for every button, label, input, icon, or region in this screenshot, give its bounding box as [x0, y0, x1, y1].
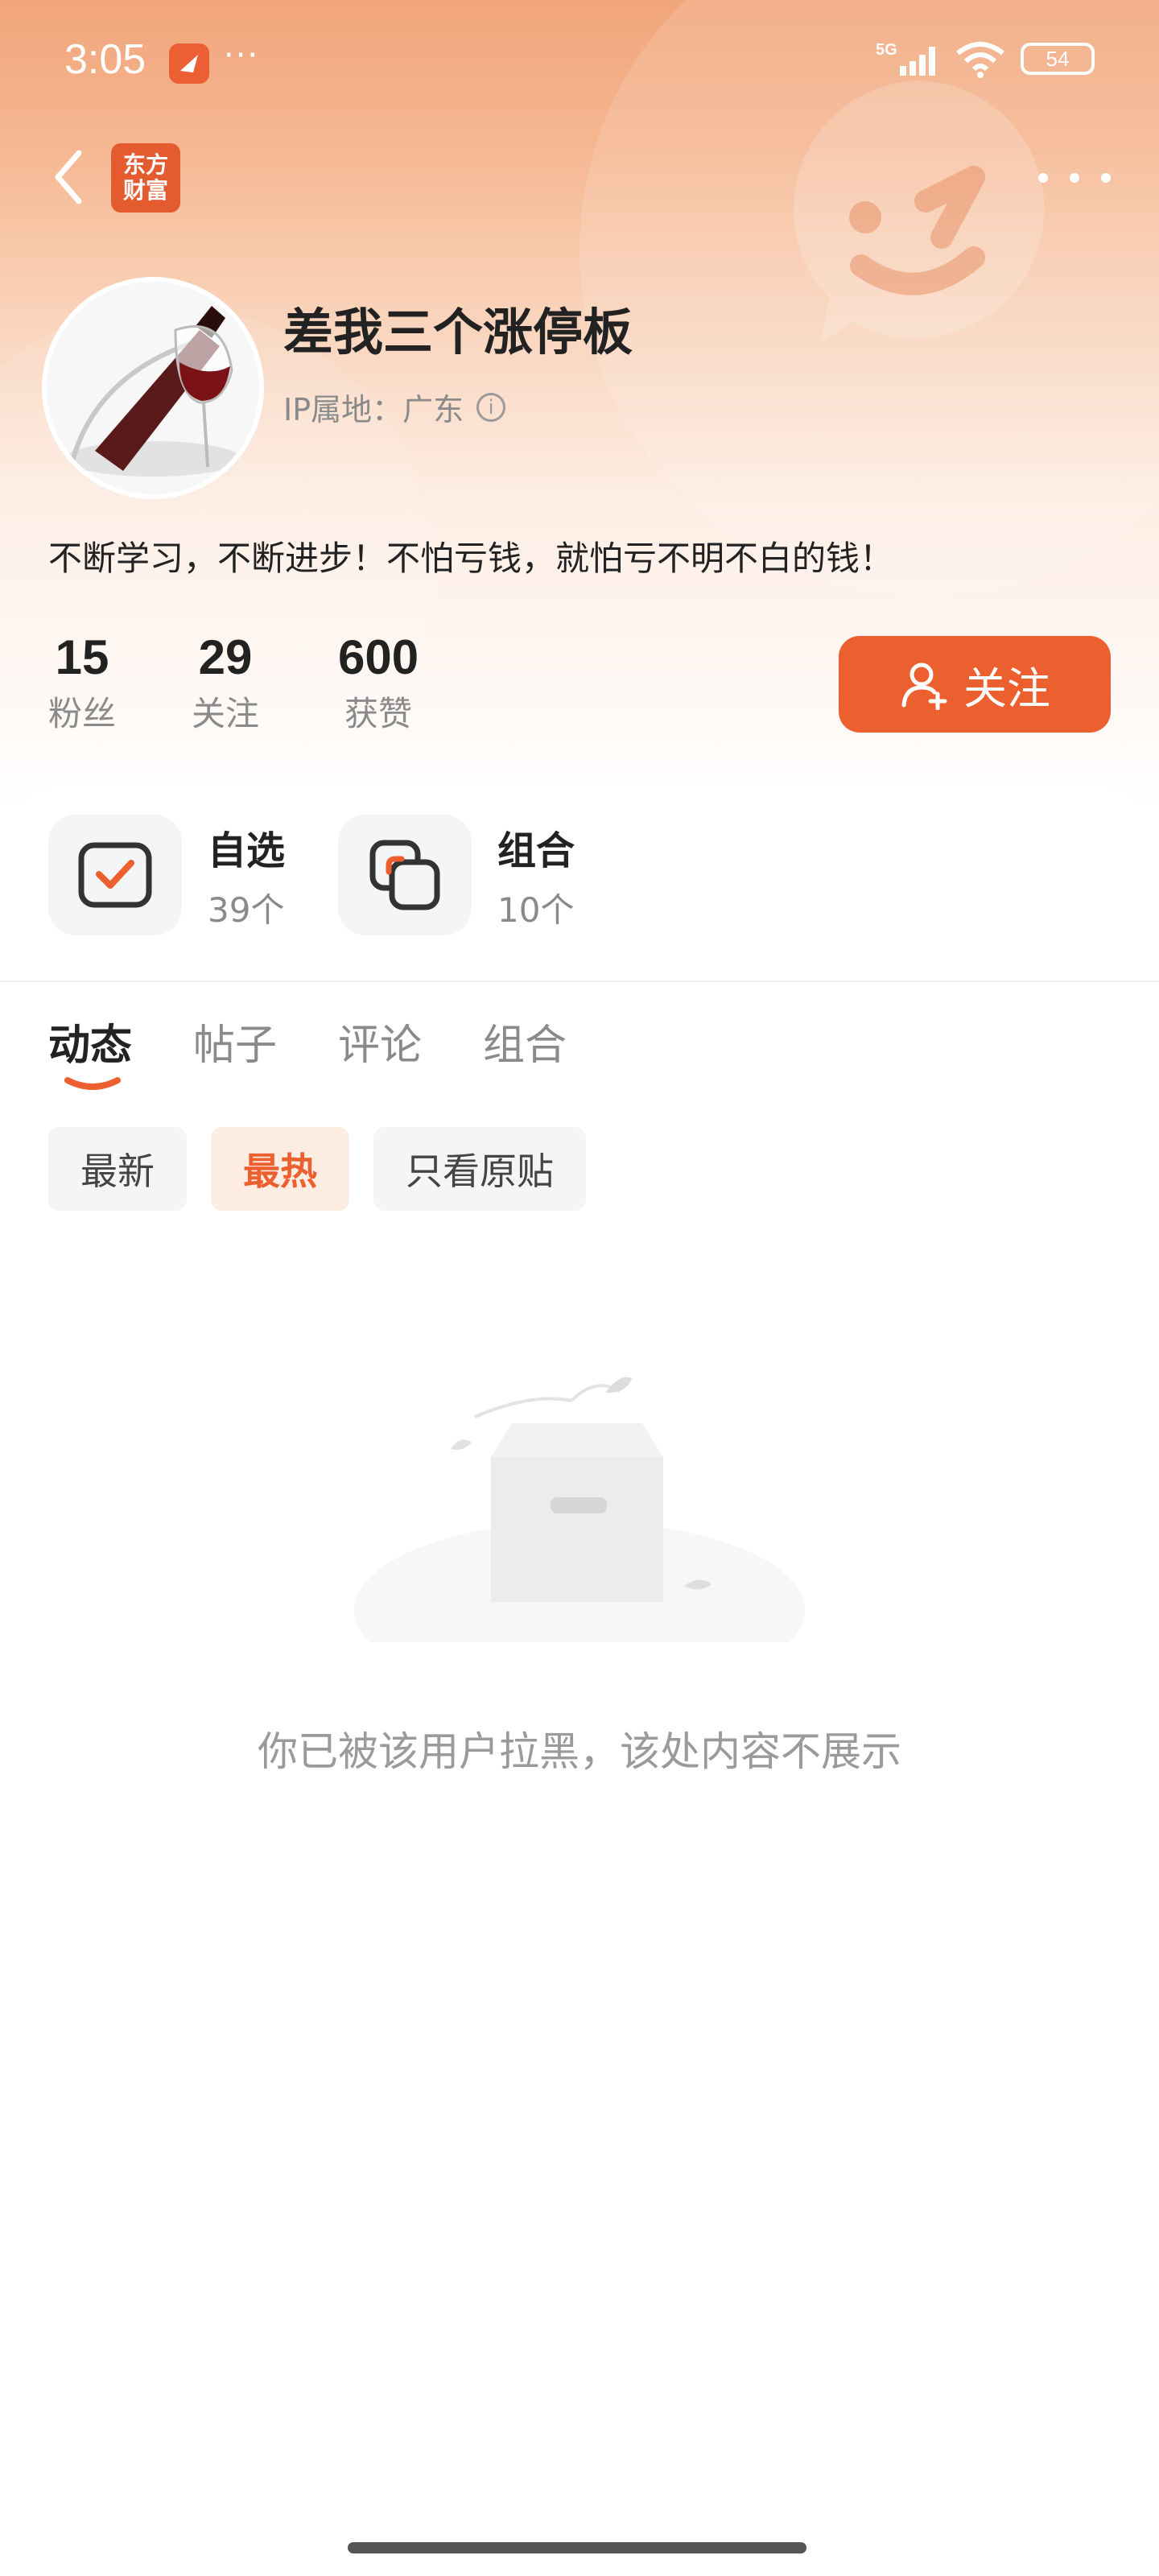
status-time: 3:05: [64, 36, 146, 83]
status-indicators: 5G 54: [876, 39, 1095, 79]
stat-label: 关注: [192, 694, 260, 733]
notification-app-icon: [169, 43, 209, 84]
shortcut-title: 自选: [208, 828, 286, 873]
ip-location: IP属地：广东: [283, 392, 464, 427]
active-tab-indicator: [64, 1077, 121, 1090]
stat-value: 15: [55, 630, 109, 684]
tab-comments[interactable]: 评论: [338, 1011, 422, 1071]
stat-fans[interactable]: 15 粉丝: [48, 630, 116, 736]
ip-location-row: IP属地：广东 i: [283, 385, 506, 429]
svg-text:5G: 5G: [876, 41, 897, 59]
portfolio-icon: [338, 815, 472, 935]
shortcut-title: 组合: [497, 828, 575, 873]
stat-value: 29: [198, 630, 253, 684]
home-indicator[interactable]: [348, 2542, 806, 2553]
battery-indicator: 54: [1021, 43, 1095, 75]
username: 差我三个涨停板: [283, 303, 633, 361]
chat-bubble-decoration: [794, 80, 1045, 342]
tab-activity[interactable]: 动态: [48, 1011, 132, 1071]
stat-label: 获赞: [344, 694, 413, 733]
shortcut-count: 10个: [497, 890, 575, 930]
stat-likes[interactable]: 600 获赞: [338, 630, 419, 736]
shortcut-count: 39个: [208, 890, 285, 930]
portfolio-shortcut[interactable]: 组合 10个: [338, 815, 575, 935]
content-tabs: 动态 帖子 评论 组合: [48, 1011, 567, 1071]
stat-label: 粉丝: [48, 694, 117, 733]
more-options-icon[interactable]: [1038, 158, 1111, 198]
wifi-icon: [956, 42, 1004, 78]
logo-text-line2: 财富: [122, 177, 168, 204]
checklist-icon: [48, 815, 182, 935]
filter-hottest[interactable]: 最热: [211, 1127, 349, 1211]
tab-posts[interactable]: 帖子: [193, 1011, 277, 1071]
filter-chips: 最新 最热 只看原贴: [48, 1127, 586, 1211]
logo-text-line1: 东方: [122, 151, 168, 178]
user-bio: 不断学习，不断进步！不怕亏钱，就怕亏不明不白的钱！: [48, 539, 894, 578]
empty-state-message: 你已被该用户拉黑，该处内容不展示: [258, 1728, 901, 1775]
tab-portfolio[interactable]: 组合: [483, 1011, 567, 1071]
stat-following[interactable]: 29 关注: [192, 630, 259, 736]
add-user-icon: [901, 663, 947, 710]
filter-latest[interactable]: 最新: [48, 1127, 187, 1211]
follow-label: 关注: [963, 663, 1050, 714]
follow-button[interactable]: 关注: [839, 636, 1111, 733]
app-logo[interactable]: 东方 财富: [111, 143, 180, 213]
back-arrow-icon[interactable]: [45, 145, 97, 209]
avatar[interactable]: [47, 282, 259, 494]
status-overflow-dots: ···: [224, 37, 260, 74]
empty-box-illustration: [354, 1377, 805, 1642]
cellular-signal-icon: 5G: [876, 41, 935, 76]
section-divider: [0, 980, 1159, 982]
watchlist-shortcut[interactable]: 自选 39个: [48, 815, 285, 935]
filter-original-only[interactable]: 只看原贴: [373, 1127, 586, 1211]
info-icon[interactable]: i: [476, 392, 506, 422]
stat-value: 600: [338, 630, 419, 684]
